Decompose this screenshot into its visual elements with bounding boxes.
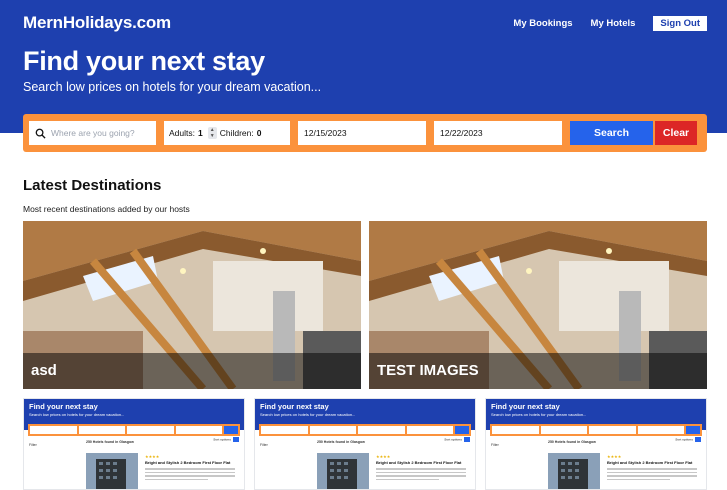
check-out-date[interactable]: 12/22/2023 — [434, 121, 562, 145]
thumb-hotel-title: Bright and Stylish 2 Bedroom First Floor… — [376, 460, 462, 465]
thumb-hotel-image — [548, 453, 600, 489]
destination-card[interactable]: TEST IMAGES — [369, 221, 707, 389]
thumb-sort: Sort options — [444, 437, 470, 442]
thumb-subtitle: Search low prices on hotels for your dre… — [29, 412, 125, 417]
thumb-results-count: 250 Hotels found in Glasgow — [317, 440, 365, 444]
hero-subtitle: Search low prices on hotels for your dre… — [23, 80, 322, 94]
thumb-subtitle: Search low prices on hotels for your dre… — [491, 412, 587, 417]
destination-name: TEST IMAGES — [369, 353, 707, 389]
thumb-subtitle: Search low prices on hotels for your dre… — [260, 412, 356, 417]
search-icon — [35, 128, 46, 139]
destination-thumbnail[interactable]: Find your next stay Search low prices on… — [254, 398, 476, 490]
thumb-title: Find your next stay — [491, 402, 560, 411]
search-button[interactable]: Search — [570, 121, 653, 145]
thumb-body: Filter 250 Hotels found in Glasgow Sort … — [486, 430, 706, 489]
thumb-hotel-title: Bright and Stylish 2 Bedroom First Floor… — [145, 460, 231, 465]
thumb-hotel-image — [317, 453, 369, 489]
thumb-hotel-title: Bright and Stylish 2 Bedroom First Floor… — [607, 460, 693, 465]
adults-label: Adults: — [169, 128, 195, 138]
thumb-body: Filter 250 Hotels found in Glasgow Sort … — [255, 430, 475, 489]
destination-thumbnail[interactable]: Find your next stay Search low prices on… — [485, 398, 707, 490]
latest-destinations-subtitle: Most recent destinations added by our ho… — [23, 204, 190, 214]
thumb-hotel-image — [86, 453, 138, 489]
top-nav: My Bookings My Hotels Sign Out — [513, 16, 707, 31]
thumb-filter: Filter — [29, 443, 37, 447]
thumb-description — [607, 468, 697, 482]
thumb-stars: ★★★★ — [607, 454, 622, 459]
thumb-results-count: 250 Hotels found in Glasgow — [548, 440, 596, 444]
nav-my-hotels[interactable]: My Hotels — [591, 18, 636, 29]
thumb-title: Find your next stay — [29, 402, 98, 411]
sign-out-button[interactable]: Sign Out — [653, 16, 707, 31]
thumb-results-count: 250 Hotels found in Glasgow — [86, 440, 134, 444]
clear-button[interactable]: Clear — [655, 121, 697, 145]
check-in-date[interactable]: 12/15/2023 — [298, 121, 426, 145]
thumb-title: Find your next stay — [260, 402, 329, 411]
thumb-description — [376, 468, 466, 482]
thumb-description — [145, 468, 235, 482]
guest-count-field: Adults: 1 ▲ ▼ Children: 0 — [164, 121, 290, 145]
adults-stepper-icon[interactable]: ▲ ▼ — [207, 127, 217, 139]
nav-my-bookings[interactable]: My Bookings — [513, 18, 572, 29]
adults-input[interactable]: 1 — [198, 128, 203, 138]
thumb-stars: ★★★★ — [145, 454, 160, 459]
destination-placeholder: Where are you going? — [51, 128, 135, 138]
thumb-filter: Filter — [491, 443, 499, 447]
thumb-sort: Sort options — [675, 437, 701, 442]
destination-field[interactable]: Where are you going? — [29, 121, 156, 145]
thumb-filter: Filter — [260, 443, 268, 447]
thumb-sort: Sort options — [213, 437, 239, 442]
thumb-body: Filter 250 Hotels found in Glasgow Sort … — [24, 430, 244, 489]
brand-logo[interactable]: MernHolidays.com — [23, 13, 171, 33]
destination-card[interactable]: asd — [23, 221, 361, 389]
latest-destinations-title: Latest Destinations — [23, 177, 162, 194]
hero-title: Find your next stay — [23, 46, 265, 76]
children-label: Children: — [219, 128, 254, 138]
children-input[interactable]: 0 — [257, 128, 262, 138]
search-bar: Where are you going? Adults: 1 ▲ ▼ Childr… — [23, 114, 707, 152]
destination-thumbnail[interactable]: Find your next stay Search low prices on… — [23, 398, 245, 490]
destination-name: asd — [23, 353, 361, 389]
thumb-stars: ★★★★ — [376, 454, 391, 459]
